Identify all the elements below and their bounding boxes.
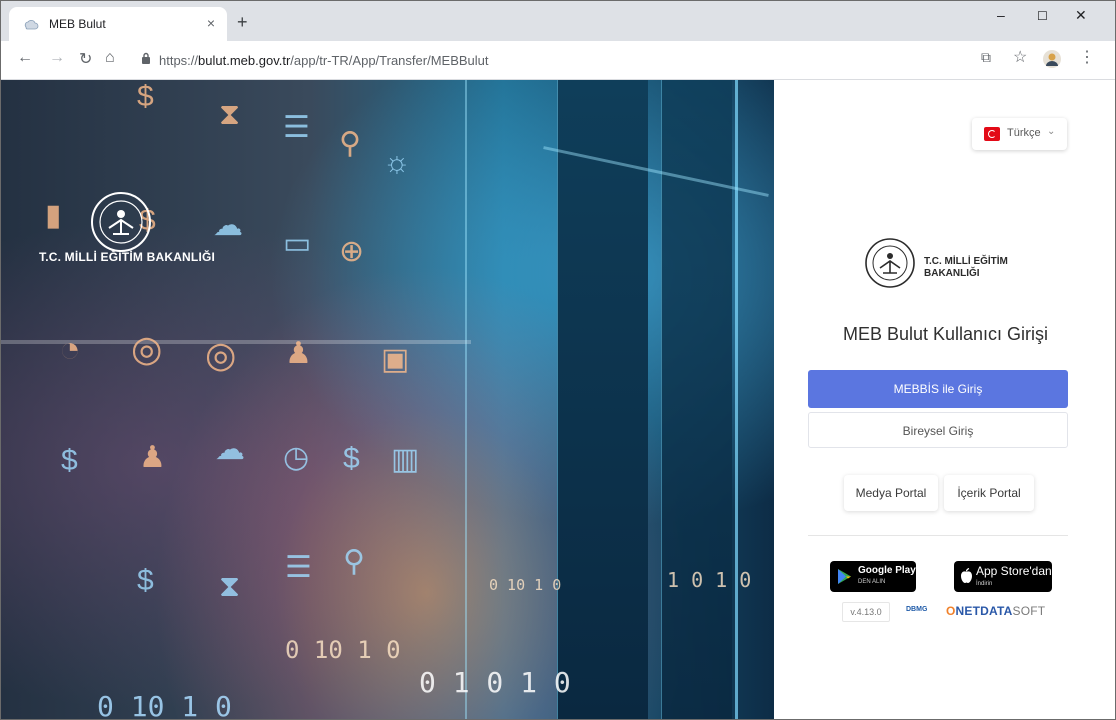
server-rack: [557, 80, 648, 719]
dollar-icon: $: [137, 80, 154, 113]
apple-icon: [961, 568, 972, 583]
google-play-line2: DEN ALIN: [858, 579, 886, 585]
hourglass-icon: ⧗: [219, 98, 241, 131]
url-path: /app/tr-TR/App/Transfer/MEBBulut: [290, 53, 489, 68]
translate-icon[interactable]: ⧉: [981, 49, 991, 66]
light-beam: [735, 80, 738, 719]
binary-digits: 0 10 1 0: [285, 636, 401, 664]
binary-digits: 1 0 1 0: [667, 568, 752, 592]
hero-ministry-title: T.C. MİLLİ EĞİTİM BAKANLIĞI: [39, 250, 216, 264]
turkey-flag-icon: [984, 127, 1000, 141]
tab-meb-bulut[interactable]: MEB Bulut ×: [9, 7, 227, 41]
dollar-icon: $: [137, 564, 154, 597]
hero-image: $ ⧗ ☰ ⚲ ☼ ▮ $ ☁ ▭ ⊕ ◔ ◎ ◎ ♟ ▣ $ ♟ ☁ ◷ $ …: [1, 80, 774, 720]
clock-icon: ◷: [283, 441, 310, 474]
ministry-logo-title: T.C. MİLLİ EĞİTİM BAKANLIĞI: [924, 256, 1008, 279]
home-icon[interactable]: ⌂: [105, 49, 115, 67]
netdatasoft-logo: ONETDATASOFT: [946, 604, 1045, 618]
person-presentation-icon: ♟: [139, 441, 166, 474]
briefcase-icon: ▣: [381, 343, 410, 376]
language-selector[interactable]: Türkçe ⌄: [972, 118, 1067, 150]
binary-digits: 0 10 1 0: [97, 690, 232, 720]
netdatasoft-soft: SOFT: [1012, 604, 1046, 618]
person-icon: ♟: [285, 337, 312, 370]
target-icon: ◎: [205, 334, 237, 375]
app-store-line2: İndirin: [976, 581, 993, 587]
coins-icon: $: [61, 444, 78, 477]
reload-icon[interactable]: ↻: [79, 49, 92, 69]
app-store-button[interactable]: App Store'dan İndirin: [954, 561, 1052, 592]
bookmark-star-icon[interactable]: ☆: [1013, 47, 1027, 67]
close-window-icon[interactable]: ✕: [1075, 7, 1087, 24]
binary-digits: 0 10 1 0: [489, 576, 562, 594]
chevron-down-icon: ⌄: [1047, 126, 1056, 137]
tab-title: MEB Bulut: [49, 17, 106, 31]
minimize-icon[interactable]: –: [997, 7, 1005, 23]
netdatasoft-o: O: [946, 604, 956, 618]
cloud-download-icon: ☁: [213, 209, 243, 242]
language-label: Türkçe: [1007, 127, 1041, 139]
document-icon: ▭: [283, 227, 312, 260]
back-icon[interactable]: ←: [17, 49, 33, 67]
profile-avatar-icon[interactable]: [1043, 50, 1061, 68]
divider: [808, 535, 1068, 536]
url-host: bulut.meb.gov.tr: [198, 53, 291, 68]
address-bar[interactable]: https://bulut.meb.gov.tr/app/tr-TR/App/T…: [135, 47, 1095, 73]
google-play-line1: Google Play: [858, 565, 916, 576]
google-play-button[interactable]: Google Play DEN ALIN: [830, 561, 916, 592]
version-badge: v.4.13.0: [842, 602, 890, 622]
netdatasoft-data: DATA: [980, 604, 1013, 618]
globe-icon: ⊕: [339, 235, 365, 268]
maximize-icon[interactable]: ☐: [1037, 9, 1048, 23]
bulb-icon: ☼: [383, 146, 411, 179]
menu-icon[interactable]: ⋮: [1079, 47, 1095, 67]
cloud-download-icon: ☁: [215, 433, 245, 466]
person-search-icon: ⚲: [343, 545, 365, 578]
login-panel: Türkçe ⌄ T.C. MİLLİ EĞİTİM BAKANLIĞI MEB…: [774, 80, 1115, 719]
pie-chart-icon: ◔: [59, 328, 81, 369]
target-icon: ◎: [131, 328, 163, 369]
binary-digits: 0 1 0 1 0: [419, 666, 571, 699]
tab-close-icon[interactable]: ×: [207, 15, 215, 31]
ministry-emblem-icon: [91, 192, 151, 252]
content-portal-button[interactable]: İçerik Portal: [944, 475, 1034, 511]
app-store-line1: App Store'dan: [976, 564, 1052, 578]
new-tab-icon[interactable]: +: [237, 13, 248, 31]
tab-strip: MEB Bulut × + – ☐ ✕: [1, 1, 1115, 41]
hourglass-icon: ⧗: [219, 570, 241, 603]
checklist-icon: ☰: [285, 551, 312, 584]
page-title: MEB Bulut Kullanıcı Girişi: [842, 324, 1049, 344]
media-portal-button[interactable]: Medya Portal: [844, 475, 938, 511]
bar-chart-icon: ▥: [391, 443, 420, 476]
url-text: https://bulut.meb.gov.tr/app/tr-TR/App/T…: [159, 53, 489, 68]
browser-toolbar: ← → ↻ ⌂ https://bulut.meb.gov.tr/app/tr-…: [1, 41, 1115, 80]
light-beam: [465, 80, 467, 719]
checklist-icon: ☰: [283, 111, 310, 144]
ministry-emblem-icon: [865, 238, 915, 288]
partner-logo: DBMG: [906, 606, 928, 613]
person-search-icon: ⚲: [339, 127, 361, 160]
lock-icon: [142, 52, 150, 64]
chart-icon: ▮: [45, 199, 62, 232]
browser-window: MEB Bulut × + – ☐ ✕ ← → ↻ ⌂ https://bulu…: [0, 0, 1116, 720]
netdatasoft-net: NET: [955, 604, 981, 618]
individual-login-button[interactable]: Bireysel Giriş: [808, 412, 1068, 448]
tablet-dollar-icon: $: [343, 442, 360, 475]
google-play-icon: [838, 569, 851, 584]
mebbis-login-button[interactable]: MEBBİS ile Giriş: [808, 370, 1068, 408]
url-scheme: https://: [159, 53, 199, 68]
meb-bulut-favicon-icon: [24, 19, 39, 30]
forward-icon[interactable]: →: [49, 49, 65, 67]
